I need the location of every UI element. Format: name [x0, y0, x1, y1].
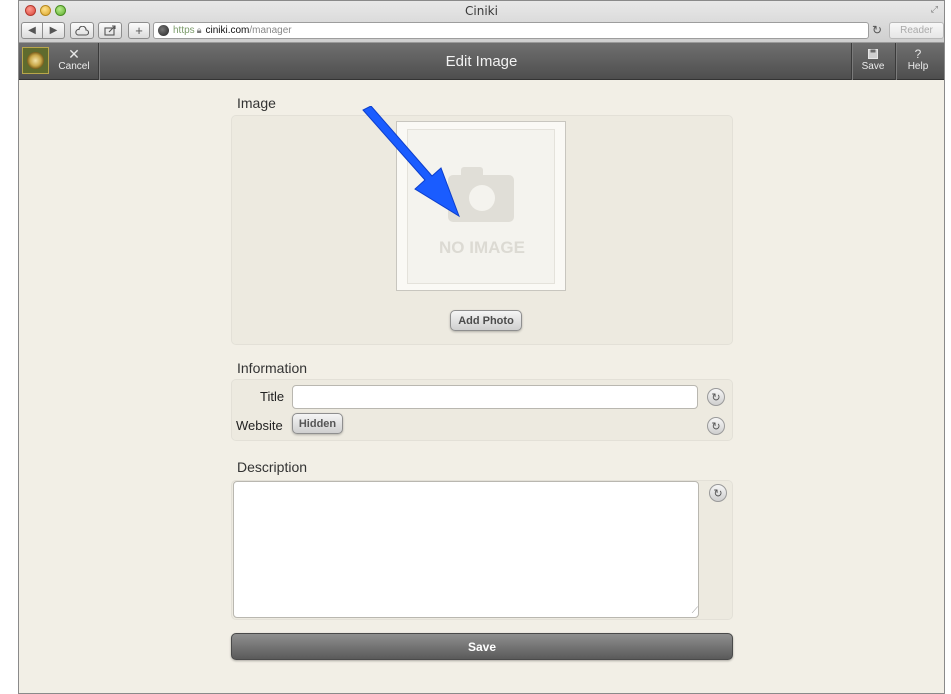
- back-button[interactable]: ◀: [21, 22, 43, 39]
- help-label: Help: [907, 61, 929, 72]
- image-panel: NO IMAGE Add Photo: [231, 115, 733, 345]
- title-input[interactable]: [292, 385, 698, 409]
- url-path: /manager: [249, 25, 292, 36]
- url-scheme: https: [173, 25, 195, 36]
- website-reset-icon[interactable]: ↻: [707, 417, 725, 435]
- browser-titlebar: Ciniki ⤢ ◀ ▶ + https 🔒︎ ciniki.com /mana…: [19, 1, 944, 43]
- forward-arrow-icon: ▶: [49, 25, 58, 36]
- fullscreen-icon[interactable]: ⤢: [931, 4, 938, 15]
- header-divider: [895, 43, 896, 80]
- icloud-tabs-button[interactable]: [70, 22, 94, 39]
- resize-grip-icon[interactable]: ⟋: [692, 605, 698, 616]
- browser-window: Ciniki ⤢ ◀ ▶ + https 🔒︎ ciniki.com /mana…: [18, 0, 945, 694]
- url-host: ciniki.com: [205, 25, 250, 36]
- title-label: Title: [260, 389, 285, 404]
- website-hidden-toggle[interactable]: Hidden: [292, 413, 343, 434]
- question-mark-icon: ?: [914, 47, 922, 61]
- website-label: Website: [236, 418, 283, 433]
- help-button[interactable]: ? Help: [902, 47, 934, 73]
- add-photo-button[interactable]: Add Photo: [450, 310, 522, 331]
- share-icon: [103, 25, 116, 36]
- description-panel: ⟋ ↻: [231, 480, 733, 620]
- description-section-title: Description: [237, 459, 308, 475]
- image-section-title: Image: [237, 95, 276, 111]
- browser-toolbar: ◀ ▶ + https 🔒︎ ciniki.com /manager ↻ Rea…: [19, 21, 944, 41]
- reload-icon[interactable]: ↻: [872, 23, 882, 37]
- icloud-icon: [75, 25, 89, 36]
- description-reset-icon[interactable]: ↻: [709, 484, 727, 502]
- description-textarea[interactable]: [233, 481, 699, 618]
- edit-image-form: Image NO IMAGE Add Photo Information Tit…: [19, 81, 944, 693]
- address-bar[interactable]: https 🔒︎ ciniki.com /manager: [153, 22, 869, 39]
- new-tab-button[interactable]: +: [128, 22, 150, 39]
- save-button[interactable]: Save: [231, 633, 733, 660]
- title-reset-icon[interactable]: ↻: [707, 388, 725, 406]
- forward-button[interactable]: ▶: [43, 22, 65, 39]
- lock-icon: 🔒︎: [196, 25, 202, 35]
- information-section-title: Information: [237, 360, 308, 376]
- window-title: Ciniki: [465, 4, 498, 18]
- header-save-button[interactable]: Save: [857, 47, 889, 73]
- no-image-text: NO IMAGE: [439, 238, 525, 257]
- floppy-disk-icon: [857, 47, 889, 61]
- camera-lens: [469, 185, 495, 211]
- back-arrow-icon: ◀: [28, 25, 36, 36]
- page-title: Edit Image: [445, 53, 518, 70]
- site-favicon-icon: [158, 25, 169, 36]
- share-button[interactable]: [98, 22, 122, 39]
- plus-icon: +: [135, 23, 143, 38]
- header-save-label: Save: [861, 61, 885, 72]
- information-panel: Title ↻ Website Hidden ↻: [231, 379, 733, 441]
- reader-button[interactable]: Reader: [889, 22, 944, 39]
- header-divider: [851, 43, 852, 80]
- pointer-arrow-icon: [362, 106, 460, 218]
- app-header: ✕ Cancel Edit Image Save ? Help: [19, 43, 944, 80]
